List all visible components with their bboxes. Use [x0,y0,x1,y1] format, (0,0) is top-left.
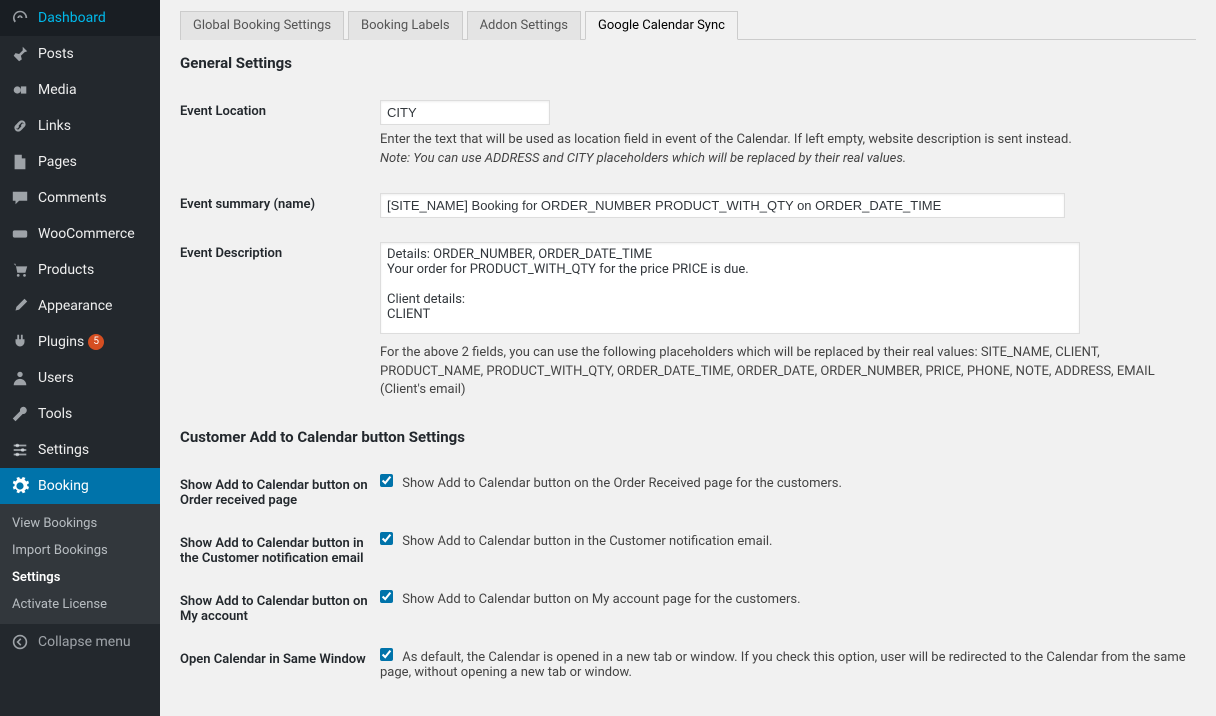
admin-sidebar: Dashboard Posts Media Links Pages Commen… [0,0,160,716]
label-show-email: Show Add to Calendar button in the Custo… [180,522,380,580]
label-open-same-window: Open Calendar in Same Window [180,638,380,694]
dashboard-icon [10,8,30,28]
sidebar-label: Pages [38,154,77,170]
submenu-activate-license[interactable]: Activate License [0,591,160,618]
textarea-event-description[interactable]: Details: ORDER_NUMBER, ORDER_DATE_TIME Y… [380,242,1080,334]
label-show-order-received: Show Add to Calendar button on Order rec… [180,464,380,522]
submenu-view-bookings[interactable]: View Bookings [0,510,160,537]
checkbox-show-myaccount[interactable] [380,590,393,603]
pin-icon [10,44,30,64]
sidebar-item-booking[interactable]: Booking [0,468,160,504]
sidebar-item-media[interactable]: Media [0,72,160,108]
section-general-settings: General Settings [180,54,1196,72]
sidebar-label: Tools [38,406,72,422]
tab-addon-settings[interactable]: Addon Settings [467,11,581,40]
sidebar-label: Booking [38,478,89,494]
sidebar-item-woocommerce[interactable]: WooCommerce [0,216,160,252]
plugins-update-badge: 5 [88,334,104,350]
collapse-icon [10,632,30,652]
sidebar-item-tools[interactable]: Tools [0,396,160,432]
checkbox-open-same-window[interactable] [380,648,393,661]
sidebar-item-links[interactable]: Links [0,108,160,144]
gear-icon [10,476,30,496]
label-event-location: Event Location [180,90,380,183]
collapse-menu[interactable]: Collapse menu [0,624,160,660]
woo-icon [10,224,30,244]
tab-google-calendar-sync[interactable]: Google Calendar Sync [585,11,738,40]
checkbox-show-order-received[interactable] [380,474,393,487]
help-note: Note: You can use ADDRESS and CITY place… [380,151,906,166]
input-event-summary[interactable] [380,193,1065,218]
sliders-icon [10,440,30,460]
link-icon [10,116,30,136]
checkbox-show-email[interactable] [380,532,393,545]
submenu-import-bookings[interactable]: Import Bookings [0,537,160,564]
desc-open-same-window: As default, the Calendar is opened in a … [380,650,1186,680]
wrench-icon [10,404,30,424]
desc-show-myaccount: Show Add to Calendar button on My accoun… [402,592,800,607]
plugin-icon [10,332,30,352]
booking-submenu: View Bookings Import Bookings Settings A… [0,504,160,624]
cart-icon [10,260,30,280]
sidebar-label: Products [38,262,94,278]
sidebar-item-users[interactable]: Users [0,360,160,396]
input-event-location[interactable] [380,100,550,125]
label-event-description: Event Description [180,232,380,415]
collapse-label: Collapse menu [38,634,131,650]
comment-icon [10,188,30,208]
sidebar-item-settings[interactable]: Settings [0,432,160,468]
main-content: Global Booking Settings Booking Labels A… [160,0,1216,716]
sidebar-label: Plugins [38,334,84,350]
settings-tabs: Global Booking Settings Booking Labels A… [180,10,1196,40]
help-text: Enter the text that will be used as loca… [380,132,1072,147]
sidebar-label: Links [38,118,71,134]
desc-show-email: Show Add to Calendar button in the Custo… [402,534,772,549]
tab-booking-labels[interactable]: Booking Labels [348,11,463,40]
submenu-settings[interactable]: Settings [0,564,160,591]
sidebar-label: Users [38,370,74,386]
sidebar-label: Dashboard [38,10,106,26]
brush-icon [10,296,30,316]
help-event-description: For the above 2 fields, you can use the … [380,344,1196,401]
sidebar-item-appearance[interactable]: Appearance [0,288,160,324]
customer-settings-table: Show Add to Calendar button on Order rec… [180,464,1196,694]
general-settings-table: Event Location Enter the text that will … [180,90,1196,414]
sidebar-item-posts[interactable]: Posts [0,36,160,72]
sidebar-label: Appearance [38,298,112,314]
label-event-summary: Event summary (name) [180,183,380,232]
tab-global-booking[interactable]: Global Booking Settings [180,11,344,40]
desc-show-order-received: Show Add to Calendar button on the Order… [402,476,842,491]
sidebar-label: Settings [38,442,89,458]
page-icon [10,152,30,172]
sidebar-item-products[interactable]: Products [0,252,160,288]
label-show-myaccount: Show Add to Calendar button on My accoun… [180,580,380,638]
help-event-location: Enter the text that will be used as loca… [380,131,1196,169]
sidebar-item-comments[interactable]: Comments [0,180,160,216]
sidebar-label: Comments [38,190,107,206]
sidebar-item-plugins[interactable]: Plugins 5 [0,324,160,360]
media-icon [10,80,30,100]
user-icon [10,368,30,388]
sidebar-label: Posts [38,46,74,62]
sidebar-label: Media [38,82,77,98]
section-customer-settings: Customer Add to Calendar button Settings [180,428,1196,446]
sidebar-item-dashboard[interactable]: Dashboard [0,0,160,36]
sidebar-label: WooCommerce [38,226,135,242]
sidebar-item-pages[interactable]: Pages [0,144,160,180]
